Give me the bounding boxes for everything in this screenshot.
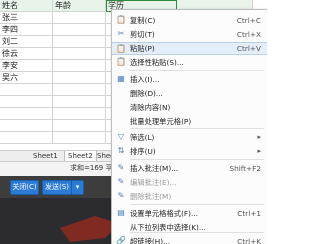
paste-icon: 📋 (116, 44, 126, 53)
send-button[interactable]: 发送(S) (42, 180, 72, 195)
menu-item[interactable]: ✎ 编辑批注(E)... (112, 176, 267, 189)
screenshot: 姓名 年龄 学历 张三 李四 刘二 徐云 李安 吴六 Sheet1 Sheet2 Shee… (0, 0, 267, 244)
menu-item-label: 删除批注(M) (130, 192, 172, 201)
table-cell[interactable] (53, 96, 106, 108)
delete-comment-icon: ✎ (117, 191, 125, 200)
table-cell[interactable] (0, 120, 53, 132)
menu-item-label: 设置单元格格式(F)... (130, 209, 198, 218)
submenu-arrow-icon: ▸ (257, 133, 261, 141)
close-button[interactable]: 关闭(C) (10, 180, 39, 195)
menu-item-label: 插入(I)... (130, 75, 160, 84)
table-cell[interactable] (53, 48, 106, 60)
blank-icon (116, 88, 126, 98)
menu-item[interactable]: 🔗 超链接(H)... Ctrl+K (112, 235, 267, 244)
edit-comment-icon: ✎ (117, 177, 125, 186)
menu-shortcut: Ctrl+X (236, 30, 261, 39)
comment-icon: ✎ (117, 163, 125, 172)
menu-item-label: 清除内容(N) (130, 103, 171, 112)
menu-item-label: 筛选(L) (130, 133, 155, 142)
table-cell[interactable] (0, 132, 53, 144)
menu-item[interactable]: ▦ 插入(I)... (112, 73, 267, 86)
submenu-arrow-icon: ▸ (257, 147, 261, 155)
menu-item-label: 粘贴(P) (130, 44, 155, 53)
blank-icon (116, 222, 126, 232)
menu-item[interactable]: ✎ 插入批注(M)... Shift+F2 (112, 162, 267, 175)
table-cell[interactable]: 李安 (0, 60, 53, 72)
menu-item[interactable]: 📋 选择性粘贴(S)... (112, 56, 267, 69)
menu-item[interactable]: ✂ 剪切(T) Ctrl+X (112, 28, 267, 41)
insert-icon: ▦ (117, 74, 125, 83)
context-menu: 📋 复制(C) Ctrl+C ✂ 剪切(T) Ctrl+X 📋 粘贴(P) Ctrl+V 📋 选择性… (111, 9, 267, 244)
menu-item-label: 编辑批注(E)... (130, 178, 177, 187)
menu-separator (130, 159, 264, 160)
menu-item[interactable]: 📋 粘贴(P) Ctrl+V (112, 42, 267, 55)
table-cell[interactable] (53, 132, 106, 144)
table-cell[interactable] (53, 12, 106, 24)
table-cell[interactable] (0, 108, 53, 120)
table-cell[interactable] (53, 24, 106, 36)
menu-item-label: 剪切(T) (130, 30, 155, 39)
table-cell[interactable] (0, 84, 53, 96)
menu-item-label: 复制(C) (130, 16, 156, 25)
table-cell[interactable] (53, 72, 106, 84)
menu-shortcut: Shift+F2 (229, 164, 261, 173)
menu-separator (130, 232, 264, 233)
filter-icon: ▽ (117, 132, 125, 141)
menu-separator (130, 128, 264, 129)
menu-shortcut: Ctrl+1 (237, 209, 261, 218)
paste-special-icon: 📋 (116, 57, 126, 66)
header-cell[interactable]: 姓名 (0, 0, 53, 12)
table-cell[interactable] (53, 108, 106, 120)
table-cell[interactable] (53, 36, 106, 48)
menu-item-label: 超链接(H)... (130, 237, 171, 244)
table-cell[interactable]: 吴六 (0, 72, 53, 84)
menu-item-label: 选择性粘贴(S)... (130, 58, 184, 67)
table-cell[interactable]: 张三 (0, 12, 53, 24)
table-cell[interactable]: 徐云 (0, 48, 53, 60)
menu-item[interactable]: 删除(D)... (112, 87, 267, 100)
menu-item[interactable]: 批量处理单元格(P) (112, 115, 267, 128)
menu-shortcut: Ctrl+C (236, 16, 261, 25)
menu-shortcut: Ctrl+K (237, 237, 261, 244)
menu-item[interactable]: 📋 复制(C) Ctrl+C (112, 14, 267, 27)
table-cell[interactable] (0, 96, 53, 108)
table-cell[interactable] (53, 120, 106, 132)
menu-item[interactable]: ▽ 筛选(L) ▸ (112, 131, 267, 144)
menu-item-label: 排序(U) (130, 147, 156, 156)
menu-item[interactable]: ⇅ 排序(U) ▸ (112, 145, 267, 158)
table-cell[interactable] (53, 60, 106, 72)
menu-item-label: 批量处理单元格(P) (130, 117, 192, 126)
copy-icon: 📋 (116, 15, 126, 24)
menu-item-label: 插入批注(M)... (130, 164, 179, 173)
menu-item[interactable]: ▤ 设置单元格格式(F)... Ctrl+1 (112, 207, 267, 220)
tab-sheet1[interactable]: Sheet1 (30, 151, 61, 161)
menu-shortcut: Ctrl+V (236, 44, 261, 53)
format-cells-icon: ▤ (117, 208, 125, 217)
menu-separator (130, 204, 264, 205)
table-cell[interactable] (53, 84, 106, 96)
table-cell[interactable]: 刘二 (0, 36, 53, 48)
blank-icon (116, 102, 126, 112)
sort-icon: ⇅ (117, 146, 125, 155)
menu-item[interactable]: ✎ 删除批注(M) (112, 190, 267, 203)
header-cell[interactable]: 年龄 (53, 0, 106, 12)
menu-item[interactable]: 清除内容(N) (112, 101, 267, 114)
table-cell[interactable]: 李四 (0, 24, 53, 36)
menu-item-label: 删除(D)... (130, 89, 163, 98)
menu-separator (130, 70, 264, 71)
send-options-dropdown[interactable]: ▾ (71, 180, 84, 195)
hyperlink-icon: 🔗 (116, 236, 126, 244)
cut-icon: ✂ (117, 29, 125, 38)
blank-icon (116, 116, 126, 126)
